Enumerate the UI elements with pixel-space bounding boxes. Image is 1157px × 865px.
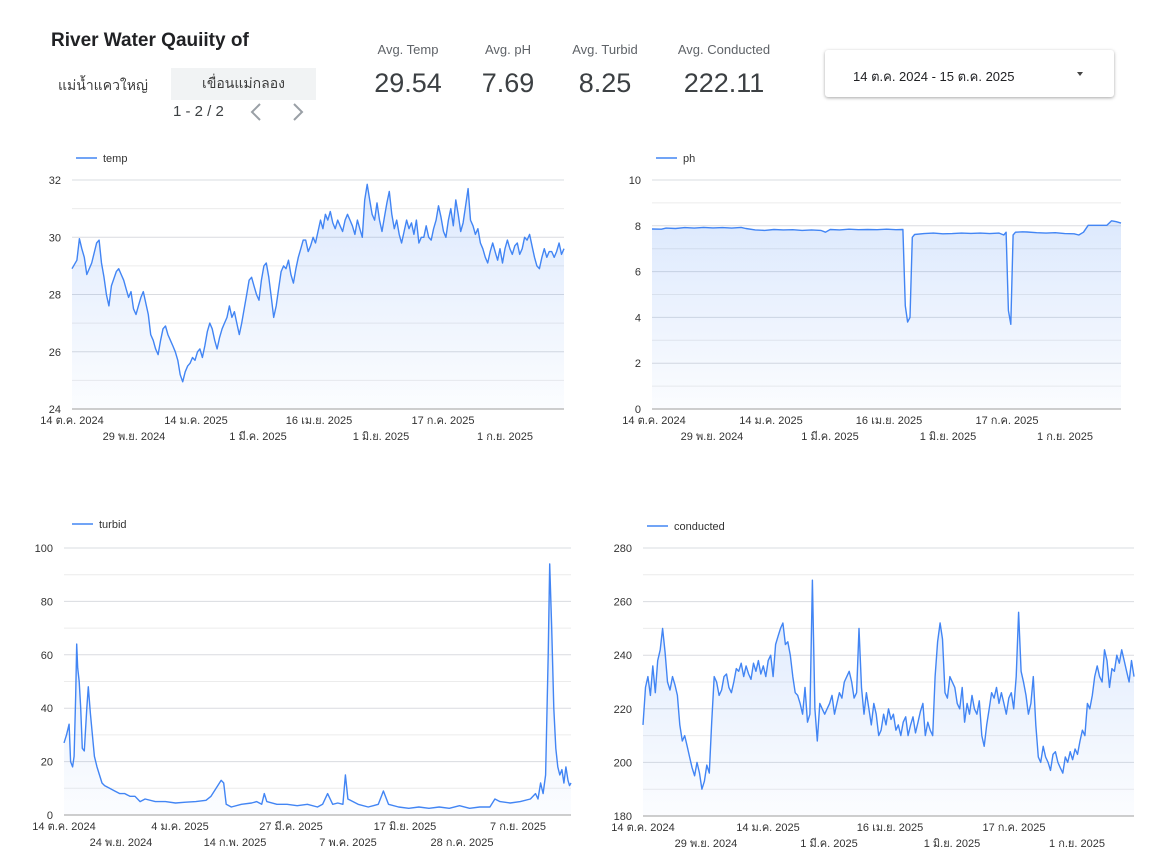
x-tick-label: 1 มี.ค. 2025 [800,837,857,850]
x-tick-label: 14 ต.ค. 2024 [611,822,674,834]
y-tick-label: 280 [614,543,632,555]
legend-label: conducted [674,521,725,533]
x-tick-label: 14 ม.ค. 2025 [736,822,800,834]
x-tick-label: 29 พ.ย. 2024 [675,838,738,850]
y-tick-label: 260 [614,597,632,609]
y-tick-label: 220 [614,704,632,716]
y-tick-label: 240 [614,650,632,662]
series-area [643,580,1134,816]
y-tick-label: 200 [614,757,632,769]
conducted-chart: 18020022024026028014 ต.ค. 2024 14 ม.ค. 20… [611,521,1135,850]
x-tick-label: 16 เม.ย. 2025 [857,822,923,834]
x-tick-label: 1 ก.ย. 2025 [1049,838,1105,850]
x-tick-label: 1 มิ.ย. 2025 [924,838,981,850]
x-tick-label: 17 ก.ค. 2025 [983,822,1046,834]
